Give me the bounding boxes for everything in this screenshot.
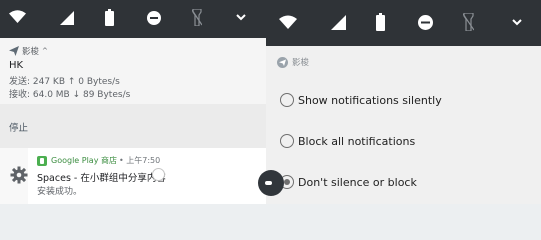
notification-header: 影梭 ^ <box>9 45 48 57</box>
option-label: Block all notifications <box>298 134 416 148</box>
download-stats: 接收: 64.0 MB ↓ 89 Bytes/s <box>9 90 131 100</box>
settings-app-header: 影梭 <box>277 56 309 68</box>
notification-title: HK <box>9 60 24 71</box>
signal-icon[interactable] <box>60 11 74 25</box>
signal-icon[interactable] <box>331 15 346 30</box>
battery-icon[interactable] <box>105 9 114 26</box>
radio-button[interactable] <box>280 134 294 148</box>
chevron-down-icon[interactable] <box>512 19 522 26</box>
send-plane-icon <box>9 46 19 56</box>
flashlight-off-icon[interactable] <box>463 13 474 31</box>
option-label: Don't silence or block <box>298 175 417 189</box>
flashlight-off-icon[interactable] <box>192 9 202 26</box>
option-label: Show notifications silently <box>298 93 442 107</box>
quick-settings-bar <box>266 0 541 46</box>
option-show-silently[interactable]: Show notifications silently <box>280 93 442 107</box>
radio-button[interactable] <box>280 93 294 107</box>
option-dont-silence[interactable]: Don't silence or block <box>280 175 417 189</box>
send-plane-icon <box>277 56 288 68</box>
option-block-all[interactable]: Block all notifications <box>280 134 415 148</box>
shadowsocks-notification[interactable]: 影梭 ^ HK 发送: 247 KB ↑ 0 Bytes/s 接收: 64.0 … <box>0 38 266 104</box>
play-store-icon <box>37 155 47 166</box>
play-app-name: Google Play 商店 <box>51 156 117 165</box>
dnd-icon[interactable] <box>418 15 433 30</box>
expand-chevron-icon[interactable]: ^ <box>42 47 48 55</box>
wifi-icon[interactable] <box>279 15 297 29</box>
notification-app-name: 影梭 <box>22 47 40 57</box>
left-shade: 影梭 ^ HK 发送: 247 KB ↑ 0 Bytes/s 接收: 64.0 … <box>0 0 266 204</box>
gear-icon[interactable] <box>10 166 28 184</box>
battery-icon[interactable] <box>376 13 385 31</box>
play-notification-header: Google Play 商店 • 上午7:50 <box>37 155 160 166</box>
chevron-down-icon[interactable] <box>236 14 246 21</box>
stop-button[interactable]: 停止 <box>9 120 28 134</box>
overlay-button[interactable] <box>258 170 284 196</box>
play-notification-row: Google Play 商店 • 上午7:50 Spaces - 在小群组中分享… <box>0 148 266 204</box>
right-shade: 影梭 Show notifications silently Block all… <box>266 0 541 204</box>
play-notification-title: Spaces - 在小群组中分享内容 <box>37 173 166 184</box>
play-notification-text: 安装成功。 <box>37 187 83 197</box>
settings-app-name: 影梭 <box>292 58 310 68</box>
dnd-icon[interactable] <box>147 11 161 25</box>
touch-indicator <box>152 168 165 181</box>
quick-settings-bar <box>0 0 266 38</box>
stop-action-row: 停止 <box>0 104 266 148</box>
notification-time: • 上午7:50 <box>118 156 161 165</box>
wifi-icon[interactable] <box>9 10 26 23</box>
upload-stats: 发送: 247 KB ↑ 0 Bytes/s <box>9 77 120 87</box>
play-store-notification[interactable]: Google Play 商店 • 上午7:50 Spaces - 在小群组中分享… <box>28 148 266 204</box>
